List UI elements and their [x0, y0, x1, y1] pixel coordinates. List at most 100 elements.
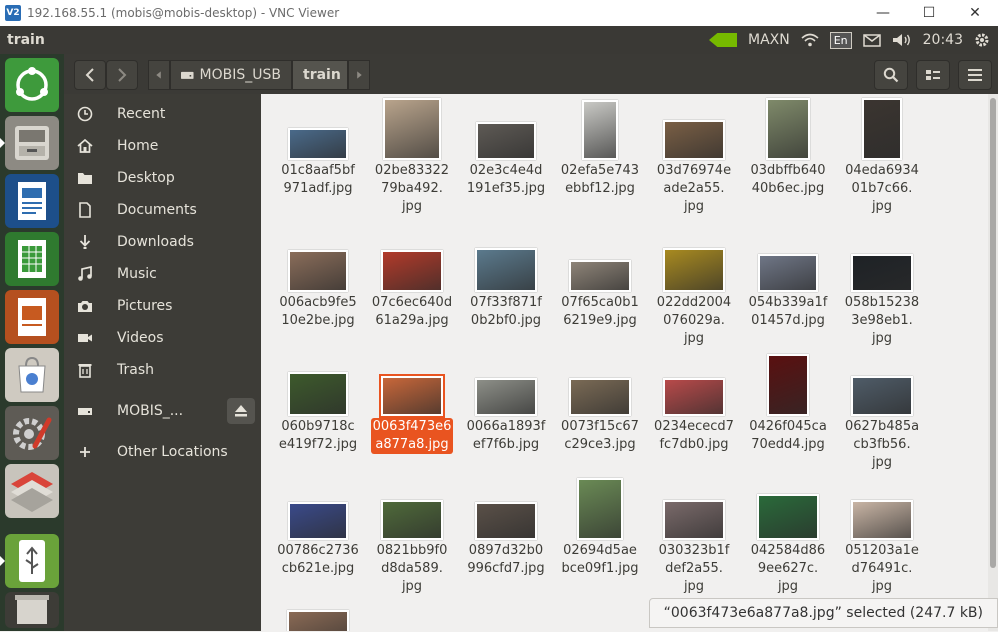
file-item[interactable]	[271, 610, 365, 631]
sidebar-item-desktop[interactable]: Desktop	[64, 162, 261, 194]
file-item[interactable]: 07f33f871f 0b2bf0.jpg	[459, 248, 553, 330]
breadcrumb-mobis-usb[interactable]: MOBIS_USB	[170, 60, 292, 90]
sidebar-item-pictures[interactable]: Pictures	[64, 290, 261, 322]
system-settings-icon[interactable]	[5, 406, 59, 460]
file-name: 058b15238 3e98eb1. jpg	[844, 295, 920, 346]
file-item[interactable]: 00786c2736 cb621e.jpg	[271, 502, 365, 578]
sidebar-item-downloads[interactable]: Downloads	[64, 226, 261, 258]
file-item[interactable]: 07f65ca0b1 6219e9.jpg	[553, 260, 647, 330]
file-item[interactable]: 01c8aaf5bf 971adf.jpg	[271, 128, 365, 198]
sidebar-item-home[interactable]: Home	[64, 130, 261, 162]
file-item[interactable]: 006acb9fe5 10e2be.jpg	[271, 250, 365, 330]
scrollbar[interactable]	[988, 94, 998, 631]
clock[interactable]: 20:43	[923, 32, 963, 48]
sidebar-item-other-locations[interactable]: Other Locations	[64, 436, 261, 468]
file-item[interactable]: 051203a1e d76491c. jpg	[835, 500, 929, 596]
chevron-left-icon	[85, 68, 94, 82]
file-item[interactable]: 060b9718c e419f72.jpg	[271, 372, 365, 454]
image-thumbnail	[757, 494, 819, 540]
usb-drive-icon[interactable]	[0, 534, 59, 588]
sidebar-item-trash[interactable]: Trash	[64, 354, 261, 386]
file-item[interactable]: 058b15238 3e98eb1. jpg	[835, 254, 929, 348]
ubuntu-dash-icon[interactable]	[5, 58, 59, 112]
file-item[interactable]: 030323b1f def2a55. jpg	[647, 500, 741, 596]
file-item[interactable]: 02e3c4e4d 191ef35.jpg	[459, 122, 553, 198]
close-button[interactable]: ✕	[952, 0, 998, 26]
sidebar-item-music[interactable]: Music	[64, 258, 261, 290]
file-name: 0821bb9f0 d8da589. jpg	[376, 543, 448, 594]
minimize-button[interactable]: —	[860, 0, 906, 26]
breadcrumb-train[interactable]: train	[292, 60, 348, 90]
file-item[interactable]: 0073f15c67 c29ce3.jpg	[553, 378, 647, 454]
menu-button[interactable]	[958, 60, 992, 90]
file-item[interactable]: 0063f473e6 a877a8.jpg	[365, 376, 459, 454]
forward-button[interactable]	[106, 60, 138, 90]
file-item[interactable]: 042584d86 9ee627c. jpg	[741, 494, 835, 596]
file-item[interactable]: 054b339a1f 01457d.jpg	[741, 254, 835, 330]
file-item[interactable]: 07c6ec640d 61a29a.jpg	[365, 250, 459, 330]
vnc-title-bar: V2 192.168.55.1 (mobis@mobis-desktop) - …	[0, 0, 998, 26]
trash-icon	[77, 362, 93, 378]
file-item[interactable]: 03dbffb640 40b6ec.jpg	[741, 98, 835, 198]
trash-launcher-icon[interactable]	[5, 592, 59, 628]
hamburger-icon	[968, 69, 982, 81]
file-item[interactable]: 02694d5ae bce09f1.jpg	[553, 478, 647, 578]
folder-icon	[77, 170, 93, 186]
sidebar-item-recent[interactable]: Recent	[64, 98, 261, 130]
file-item[interactable]: 0627b485a cb3fb56. jpg	[835, 376, 929, 472]
image-thumbnail	[862, 98, 902, 160]
file-name: 0426f045ca 70edd4.jpg	[749, 419, 827, 452]
file-item[interactable]: 0897d32b0 996cfd7.jpg	[459, 502, 553, 578]
file-item[interactable]: 0234ececd7 fc7db0.jpg	[647, 378, 741, 454]
file-item[interactable]: 0426f045ca 70edd4.jpg	[741, 354, 835, 454]
file-name: 03d76974e ade2a55. jpg	[656, 163, 732, 214]
file-item[interactable]: 02be83322 79ba492. jpg	[365, 98, 459, 216]
keyboard-layout-indicator[interactable]: En	[829, 31, 852, 49]
software-center-icon[interactable]	[5, 348, 59, 402]
libreoffice-calc-icon[interactable]	[5, 232, 59, 286]
sidebar-item-documents[interactable]: Documents	[64, 194, 261, 226]
eject-button[interactable]	[227, 398, 255, 424]
camera-icon	[77, 298, 93, 314]
file-name: 07f65ca0b1 6219e9.jpg	[561, 295, 639, 328]
file-item[interactable]: 03d76974e ade2a55. jpg	[647, 120, 741, 216]
sidebar-item-videos[interactable]: Videos	[64, 322, 261, 354]
back-button[interactable]	[74, 60, 106, 90]
image-thumbnail	[569, 378, 631, 416]
drive-icon	[181, 71, 194, 79]
scrollbar-thumb[interactable]	[990, 98, 996, 568]
volume-icon[interactable]	[892, 33, 912, 47]
sidebar-item-label: Desktop	[117, 170, 175, 186]
file-item[interactable]: 022dd2004 076029a. jpg	[647, 248, 741, 348]
image-thumbnail	[288, 372, 348, 416]
libreoffice-impress-icon[interactable]	[5, 290, 59, 344]
image-thumbnail	[381, 376, 443, 416]
view-toggle-button[interactable]	[916, 60, 950, 90]
sidebar-item-mobis-usb[interactable]: MOBIS_...	[64, 395, 261, 427]
image-thumbnail	[663, 120, 725, 160]
files-app-icon[interactable]	[0, 116, 59, 170]
file-item[interactable]: 0821bb9f0 d8da589. jpg	[365, 500, 459, 596]
backup-app-icon[interactable]	[5, 464, 59, 518]
file-name: 030323b1f def2a55. jpg	[658, 543, 730, 594]
download-icon	[77, 234, 93, 250]
file-name: 042584d86 9ee627c. jpg	[750, 543, 826, 594]
sidebar-item-label: Downloads	[117, 234, 194, 250]
image-thumbnail	[577, 478, 623, 540]
power-mode-label[interactable]: MAXN	[748, 32, 790, 48]
nvidia-icon[interactable]	[708, 33, 737, 47]
file-item[interactable]: 02efa5e743 ebbf12.jpg	[553, 100, 647, 198]
maximize-button[interactable]: ☐	[906, 0, 952, 26]
search-button[interactable]	[874, 60, 908, 90]
sidebar-item-label: Other Locations	[117, 444, 228, 460]
list-view-icon	[926, 70, 940, 80]
power-gear-icon[interactable]	[974, 32, 990, 48]
file-item[interactable]: 04eda6934 01b7c66. jpg	[835, 98, 929, 216]
file-item[interactable]: 0066a1893f ef7f6b.jpg	[459, 378, 553, 454]
header-bar: MOBIS_USB train	[64, 54, 998, 94]
wifi-icon[interactable]	[801, 33, 819, 47]
mail-icon[interactable]	[862, 33, 881, 47]
libreoffice-writer-icon[interactable]	[5, 174, 59, 228]
path-scroll-left-button[interactable]	[148, 60, 170, 90]
path-scroll-right-button[interactable]	[348, 60, 370, 90]
